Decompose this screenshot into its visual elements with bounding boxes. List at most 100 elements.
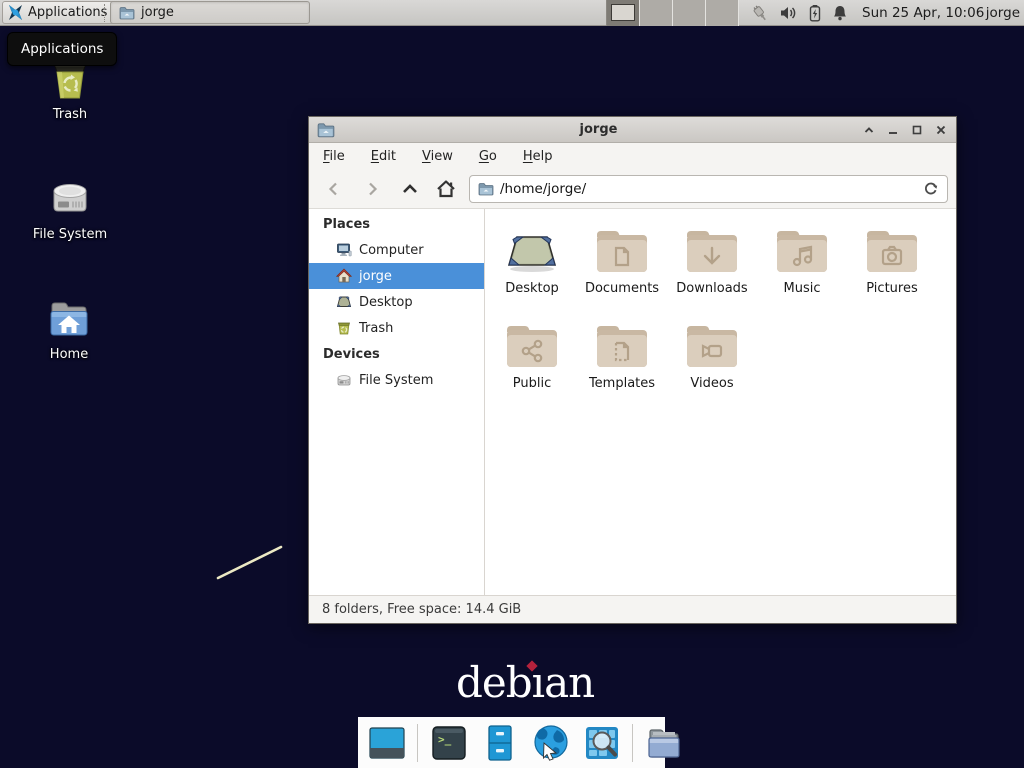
workspace-1[interactable] (607, 0, 640, 26)
menu-bar: File Edit View Go Help (309, 143, 956, 169)
folder-item-pictures[interactable]: Pictures (847, 215, 937, 310)
desktop-icon-label: File System (33, 227, 107, 242)
shade-button[interactable] (862, 123, 876, 137)
menu-help[interactable]: Help (523, 149, 553, 164)
up-button[interactable] (395, 174, 425, 204)
folder-item-public[interactable]: Public (487, 310, 577, 405)
trash-small-icon (336, 320, 352, 336)
show-desktop-button[interactable] (366, 722, 407, 763)
folder-label: Documents (585, 281, 659, 296)
window-titlebar[interactable]: jorge (309, 117, 956, 143)
workspace-2[interactable] (640, 0, 673, 26)
svg-text:>_: >_ (438, 733, 452, 746)
folder-item-documents[interactable]: Documents (577, 215, 667, 310)
documents-folder-icon (594, 227, 650, 275)
user-home-icon (336, 268, 352, 284)
folder-label: Pictures (866, 281, 917, 296)
workspace-3[interactable] (673, 0, 706, 26)
folder-label: Templates (589, 376, 655, 391)
debian-logo-text: deb (456, 658, 532, 707)
globe-icon (531, 723, 571, 763)
reload-icon[interactable] (923, 181, 939, 197)
close-button[interactable] (934, 123, 948, 137)
menu-go[interactable]: Go (479, 149, 497, 164)
file-manager-window: jorge File Edit View Go Help (308, 116, 957, 624)
back-button[interactable] (319, 174, 349, 204)
templates-folder-icon (594, 322, 650, 370)
path-input[interactable] (500, 181, 917, 197)
path-folder-icon (478, 182, 494, 196)
network-icon[interactable] (751, 4, 769, 22)
downloads-folder-icon (684, 227, 740, 275)
sidebar-item-jorge[interactable]: jorge (309, 263, 484, 289)
taskbar-window-button[interactable]: jorge (110, 1, 310, 24)
desktop-icon-filesystem[interactable]: File System (15, 174, 125, 242)
folder-launcher[interactable] (643, 722, 684, 763)
folder-icon (119, 6, 135, 20)
pictures-folder-icon (864, 227, 920, 275)
file-view[interactable]: Desktop (485, 209, 956, 595)
folder-label: Public (513, 376, 551, 391)
workspace-window-preview (611, 4, 635, 21)
menu-view[interactable]: View (422, 149, 453, 164)
battery-icon[interactable] (806, 4, 824, 22)
workspace-4[interactable] (706, 0, 739, 26)
volume-icon[interactable] (779, 4, 797, 22)
home-button[interactable] (431, 174, 461, 204)
desktop-folder-icon (504, 227, 560, 275)
top-panel: Applications jorge (0, 0, 1024, 26)
folder-grid: Desktop (487, 215, 937, 405)
show-desktop-icon (367, 723, 407, 763)
web-browser-launcher[interactable] (530, 722, 571, 763)
sidebar-item-filesystem[interactable]: File System (309, 367, 484, 393)
folder-item-desktop[interactable]: Desktop (487, 215, 577, 310)
applications-menu-icon (7, 4, 24, 21)
home-folder-icon (45, 294, 93, 342)
folder-item-downloads[interactable]: Downloads (667, 215, 757, 310)
terminal-icon: >_ (429, 723, 469, 763)
desktop-place-icon (336, 294, 352, 310)
menu-file[interactable]: File (323, 149, 345, 164)
folder-label: Music (784, 281, 821, 296)
computer-icon (336, 242, 352, 258)
folder-item-videos[interactable]: Videos (667, 310, 757, 405)
application-finder-launcher[interactable] (581, 722, 622, 763)
status-bar: 8 folders, Free space: 14.4 GiB (309, 595, 956, 623)
desktop-icon-label: Trash (53, 107, 87, 122)
toolbar (309, 169, 956, 209)
sidebar-item-label: Computer (359, 243, 424, 258)
folder-label: Desktop (505, 281, 559, 296)
location-bar[interactable] (469, 175, 948, 203)
file-manager-launcher[interactable] (479, 722, 520, 763)
applications-menu-label: Applications (28, 5, 107, 20)
sidebar-item-desktop[interactable]: Desktop (309, 289, 484, 315)
dock-separator (632, 724, 633, 762)
desktop-icon-home[interactable]: Home (14, 294, 124, 362)
notifications-icon[interactable] (831, 4, 849, 22)
panel-clock[interactable]: Sun 25 Apr, 10:06 (862, 0, 984, 26)
music-folder-icon (774, 227, 830, 275)
folder-item-templates[interactable]: Templates (577, 310, 667, 405)
folder-label: Videos (690, 376, 733, 391)
panel-username[interactable]: jorge (986, 0, 1020, 26)
workspace-switcher[interactable] (606, 0, 739, 26)
folder-item-music[interactable]: Music (757, 215, 847, 310)
desktop: Applications jorge (0, 0, 1024, 768)
applications-tooltip: Applications (7, 32, 117, 66)
bottom-dock: >_ (358, 717, 665, 768)
sidebar-item-label: Desktop (359, 295, 413, 310)
terminal-launcher[interactable]: >_ (428, 722, 469, 763)
open-folder-icon (644, 723, 684, 763)
maximize-button[interactable] (910, 123, 924, 137)
desktop-icon-label: Home (50, 347, 88, 362)
status-text: 8 folders, Free space: 14.4 GiB (322, 602, 521, 617)
menu-edit[interactable]: Edit (371, 149, 396, 164)
panel-separator (104, 4, 108, 22)
minimize-button[interactable] (886, 123, 900, 137)
sidebar-item-trash[interactable]: Trash (309, 315, 484, 341)
dock-separator (417, 724, 418, 762)
applications-menu-button[interactable]: Applications (2, 1, 116, 24)
forward-button[interactable] (357, 174, 387, 204)
videos-folder-icon (684, 322, 740, 370)
sidebar-item-computer[interactable]: Computer (309, 237, 484, 263)
